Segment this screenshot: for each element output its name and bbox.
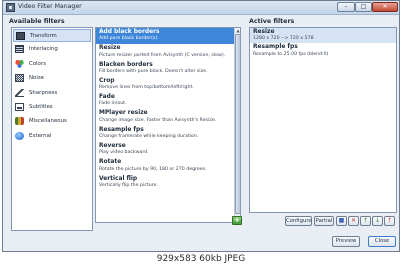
active-filter-list: Resize 1280 x 720 --> 720 x 578 Resample f… — [249, 27, 397, 213]
filter-item[interactable]: Blacken borders Fill borders with pure bl… — [96, 61, 240, 77]
noise-icon — [15, 74, 24, 83]
move-top-icon[interactable]: ↑ — [384, 216, 395, 226]
category-label: Interlacing — [29, 46, 58, 53]
category-item-sharpness[interactable]: Sharpness — [13, 87, 91, 100]
miscellaneous-icon — [15, 117, 24, 126]
app-icon — [6, 3, 15, 12]
filter-item[interactable]: MPlayer resize Change image size. Faster … — [96, 109, 240, 125]
active-filter-name: Resample fps — [253, 44, 298, 51]
category-label: Colors — [29, 60, 46, 67]
filter-description: Change image size. Faster than Avisynth'… — [99, 117, 217, 123]
category-item-subtitles[interactable]: Subtitles — [13, 101, 91, 114]
title-bar[interactable]: Video Filter Manager – □ ✕ — [3, 1, 399, 15]
scrollbar-thumb[interactable] — [235, 34, 241, 214]
filter-item[interactable]: Fade Fade in/out. — [96, 93, 240, 109]
filter-item[interactable]: Add black borders Add pure black border(s… — [96, 28, 240, 45]
category-item-colors[interactable]: Colors — [13, 58, 91, 71]
colors-icon — [15, 59, 24, 68]
window-title: Video Filter Manager — [18, 3, 82, 10]
category-label: Subtitles — [29, 103, 53, 110]
add-filter-button[interactable]: + — [232, 216, 242, 225]
category-label: Miscellaneous — [29, 118, 67, 125]
category-label: Noise — [29, 75, 44, 82]
sharpness-icon — [15, 88, 24, 97]
filter-description: Picture resizer ported from Avisynth (C … — [99, 52, 226, 58]
active-filter-description: 1280 x 720 --> 720 x 578 — [253, 36, 314, 42]
transform-icon — [16, 32, 25, 40]
external-icon — [15, 131, 24, 140]
filter-name: Rotate — [99, 159, 122, 166]
category-label: Sharpness — [29, 89, 58, 96]
filter-name: Blacken borders — [99, 61, 153, 68]
filter-item[interactable]: Vertical flip Vertically flip the picture… — [96, 175, 240, 191]
filter-item[interactable]: Resample fps Change framerate while keepi… — [96, 126, 240, 142]
save-filter-icon[interactable]: ■ — [336, 216, 347, 226]
category-item-interlacing[interactable]: Interlacing — [13, 43, 91, 56]
category-item-miscellaneous[interactable]: Miscellaneous — [13, 115, 91, 128]
active-filter-item[interactable]: Resample fps Resample to 25.00 fps (blend… — [250, 43, 396, 58]
filter-item[interactable]: Crop Remove lines from top/bottom/left/ri… — [96, 77, 240, 93]
category-item-noise[interactable]: Noise — [13, 72, 91, 85]
move-down-icon[interactable]: ↓ — [372, 216, 383, 226]
filter-name: Resample fps — [99, 126, 144, 133]
move-up-icon[interactable]: ↑ — [360, 216, 371, 226]
category-item-external[interactable]: External — [13, 130, 91, 143]
category-item-transform[interactable]: Transform — [13, 29, 91, 43]
filter-name: Resize — [99, 45, 121, 52]
preview-button[interactable]: Preview — [332, 236, 360, 247]
configure-button[interactable]: Configure — [285, 216, 312, 226]
filter-name: Vertical flip — [99, 175, 138, 182]
active-filter-item[interactable]: Resize 1280 x 720 --> 720 x 578 — [250, 28, 396, 44]
filter-list: Add black borders Add pure black border(s… — [95, 27, 241, 223]
category-label: External — [29, 132, 52, 139]
screenshot-stage: Video Filter Manager – □ ✕ Available fil… — [0, 0, 402, 268]
filter-description: Fade in/out. — [99, 101, 127, 107]
image-caption-bar: 929x583 60kb JPEG — [0, 252, 402, 268]
active-filter-description: Resample to 25.00 fps (blend:0) — [253, 51, 329, 57]
video-filter-manager-window: Video Filter Manager – □ ✕ Available fil… — [2, 0, 400, 252]
filter-description: Change framerate while keeping duration. — [99, 134, 199, 140]
image-caption: 929x583 60kb JPEG — [156, 254, 246, 264]
remove-filter-icon[interactable]: ✕ — [348, 216, 359, 226]
close-button[interactable]: Close — [368, 236, 396, 247]
filter-item[interactable]: Reverse Play video backward. — [96, 142, 240, 158]
filter-description: Rotate the picture by 90, 180 or 270 deg… — [99, 166, 207, 172]
filter-description: Fill borders with pure black. Doesn't al… — [99, 68, 208, 74]
maximize-button[interactable]: □ — [355, 2, 372, 12]
filter-item[interactable]: Resize Picture resizer ported from Avisyn… — [96, 44, 240, 60]
subtitles-icon — [15, 102, 24, 111]
category-list: Transform Interlacing Colors Noise Sharpness… — [11, 27, 93, 231]
filter-name: MPlayer resize — [99, 110, 148, 117]
filter-description: Play video backward. — [99, 150, 149, 156]
available-filters-heading: Available filters — [9, 18, 65, 25]
filter-item[interactable]: Rotate Rotate the picture by 90, 180 or 2… — [96, 158, 240, 174]
partial-button[interactable]: Partial — [314, 216, 334, 226]
active-filters-heading: Active filters — [249, 18, 295, 25]
close-window-button[interactable]: ✕ — [372, 2, 398, 12]
interlacing-icon — [15, 45, 24, 54]
minimize-button[interactable]: – — [337, 2, 355, 12]
filter-description: Remove lines from top/bottom/left/right. — [99, 85, 194, 91]
filter-description: Vertically flip the picture. — [99, 182, 158, 188]
filter-description: Add pure black border(s). — [99, 36, 159, 42]
category-label: Transform — [30, 33, 57, 39]
filter-list-scrollbar[interactable]: ▲ ▼ — [234, 28, 241, 222]
